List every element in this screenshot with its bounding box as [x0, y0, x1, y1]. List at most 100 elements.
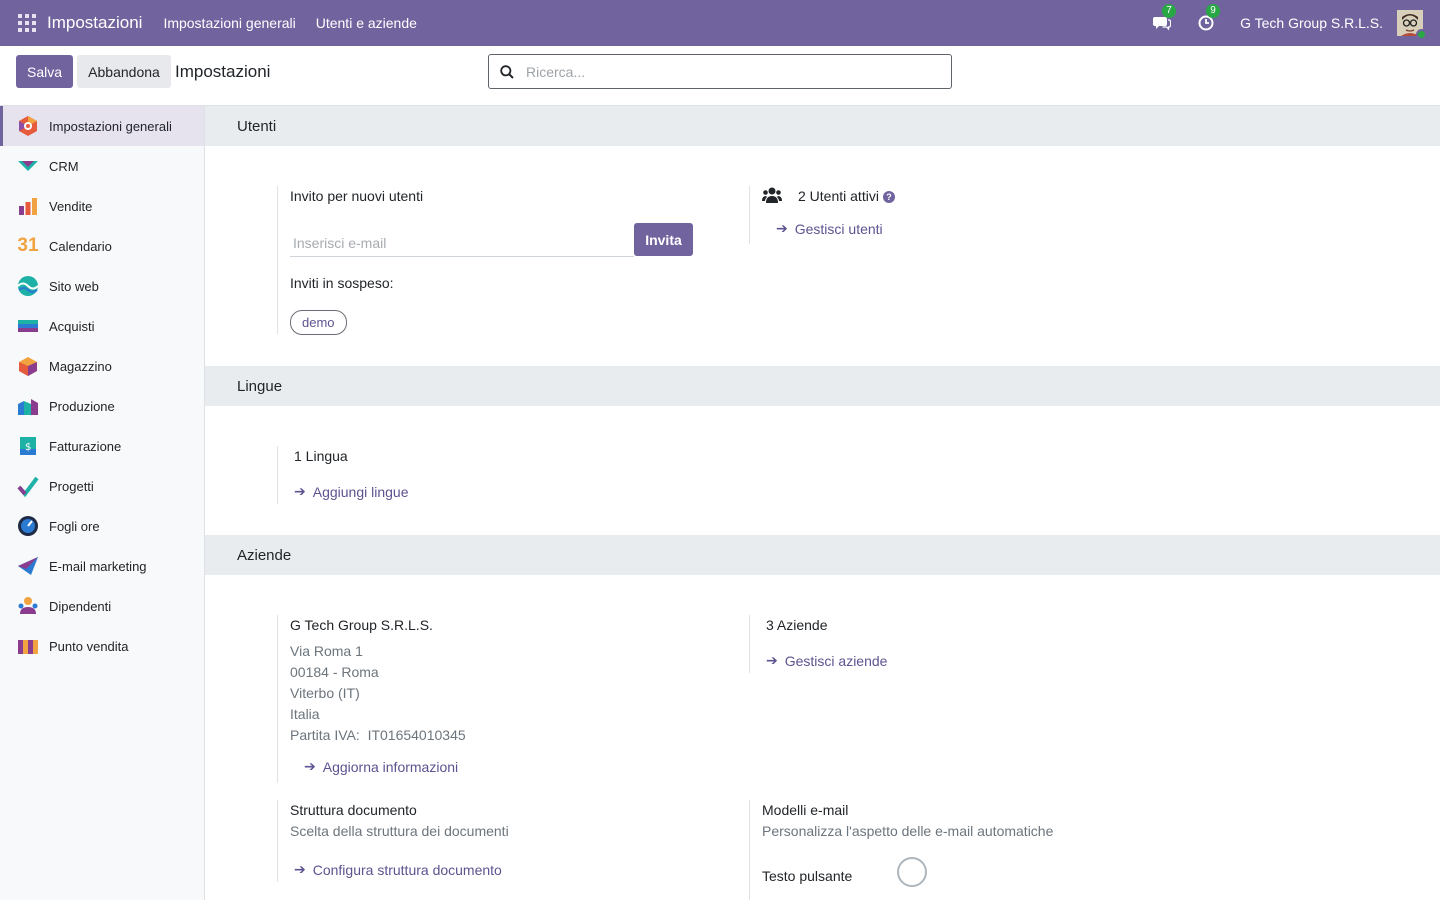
- sidebar-item-project[interactable]: Progetti: [0, 466, 204, 506]
- pending-invites-label: Inviti in sospeso:: [290, 275, 394, 291]
- main-navbar: Impostazioni Impostazioni generali Utent…: [0, 0, 1440, 46]
- menu-users-companies[interactable]: Utenti e aziende: [316, 15, 417, 31]
- sidebar-item-purchase[interactable]: Acquisti: [0, 306, 204, 346]
- manage-users-label: Gestisci utenti: [794, 220, 883, 237]
- add-languages-link[interactable]: ➔ Aggiungi lingue: [294, 483, 408, 500]
- sales-icon: [17, 195, 39, 217]
- invoicing-icon: $: [17, 435, 39, 457]
- company-city: 00184 - Roma: [290, 664, 379, 680]
- company-switcher[interactable]: G Tech Group S.R.L.S.: [1240, 15, 1383, 31]
- messages-systray[interactable]: 7: [1152, 4, 1177, 33]
- section-header-languages: Lingue: [205, 366, 1440, 406]
- sidebar-item-label: CRM: [49, 158, 79, 174]
- sidebar-item-label: Produzione: [49, 398, 115, 414]
- manufacturing-icon: [17, 395, 39, 417]
- sidebar-item-label: Fogli ore: [49, 518, 100, 534]
- companies-count: 3 Aziende: [766, 617, 828, 633]
- vat-label: Partita IVA:: [290, 727, 360, 743]
- search-box[interactable]: [488, 54, 952, 89]
- sidebar-item-general-settings[interactable]: Impostazioni generali: [0, 106, 204, 146]
- activities-systray[interactable]: 9: [1196, 4, 1221, 33]
- company-country: Italia: [290, 706, 320, 722]
- sidebar-item-label: Magazzino: [49, 358, 112, 374]
- company-province: Viterbo (IT): [290, 685, 360, 701]
- section-header-users: Utenti: [205, 106, 1440, 146]
- employees-icon: [17, 595, 39, 617]
- settings-sidebar: Impostazioni generali CRM Vendite 31 Cal…: [0, 106, 205, 900]
- button-color-picker[interactable]: [897, 857, 927, 887]
- timesheet-icon: [17, 515, 39, 537]
- add-languages-label: Aggiungi lingue: [312, 483, 409, 500]
- sidebar-item-label: Dipendenti: [49, 598, 112, 614]
- sidebar-item-email-marketing[interactable]: E-mail marketing: [0, 546, 204, 586]
- online-status-dot: [1416, 29, 1427, 40]
- invite-label: Invito per nuovi utenti: [290, 188, 424, 204]
- arrow-right-icon: ➔: [766, 652, 778, 668]
- app-brand[interactable]: Impostazioni: [47, 13, 142, 33]
- control-panel: Salva Abbandona Impostazioni: [0, 46, 1440, 106]
- invite-email-input[interactable]: [290, 230, 634, 257]
- sidebar-item-label: Sito web: [49, 278, 99, 294]
- menu-general-settings[interactable]: Impostazioni generali: [163, 15, 295, 31]
- sidebar-item-invoicing[interactable]: $ Fatturazione: [0, 426, 204, 466]
- companies-count-box: 3 Aziende ➔ Gestisci aziende: [749, 615, 1209, 673]
- inventory-icon: [17, 355, 39, 377]
- sidebar-item-manufacturing[interactable]: Produzione: [0, 386, 204, 426]
- arrow-right-icon: ➔: [294, 861, 306, 877]
- discard-button[interactable]: Abbandona: [77, 55, 171, 88]
- messages-badge: 7: [1162, 4, 1177, 18]
- sidebar-item-label: E-mail marketing: [49, 558, 147, 574]
- company-vat: Partita IVA: IT01654010345: [290, 727, 466, 743]
- sidebar-item-pos[interactable]: Punto vendita: [0, 626, 204, 666]
- sidebar-item-label: Acquisti: [49, 318, 95, 334]
- sidebar-item-label: Progetti: [49, 478, 94, 494]
- sidebar-item-crm[interactable]: CRM: [0, 146, 204, 186]
- manage-companies-link[interactable]: ➔ Gestisci aziende: [766, 652, 887, 669]
- button-text-label: Testo pulsante: [762, 868, 853, 884]
- email-templates-box: Modelli e-mail Personalizza l'aspetto de…: [749, 800, 1209, 900]
- pos-icon: [17, 635, 39, 657]
- user-avatar[interactable]: [1397, 10, 1427, 40]
- configure-doc-layout-label: Configura struttura documento: [312, 861, 502, 878]
- sidebar-item-label: Impostazioni generali: [49, 118, 172, 134]
- vat-value: IT01654010345: [367, 727, 466, 743]
- email-marketing-icon: [17, 555, 39, 577]
- doc-layout-desc: Scelta della struttura dei documenti: [290, 823, 509, 839]
- manage-users-link[interactable]: ➔ Gestisci utenti: [776, 220, 883, 237]
- sidebar-item-sales[interactable]: Vendite: [0, 186, 204, 226]
- search-input[interactable]: [526, 63, 926, 80]
- purchase-icon: [17, 315, 39, 337]
- email-templates-desc: Personalizza l'aspetto delle e-mail auto…: [762, 823, 1054, 839]
- arrow-right-icon: ➔: [294, 483, 306, 499]
- invite-button[interactable]: Invita: [634, 223, 693, 256]
- document-layout-box: Struttura documento Scelta della struttu…: [277, 800, 737, 882]
- manage-companies-label: Gestisci aziende: [784, 652, 888, 669]
- sidebar-item-employees[interactable]: Dipendenti: [0, 586, 204, 626]
- calendar-icon: 31: [17, 235, 39, 256]
- company-name: G Tech Group S.R.L.S.: [290, 617, 433, 633]
- users-icon: [762, 187, 782, 203]
- invite-users-box: Invito per nuovi utenti Invita Inviti in…: [277, 186, 737, 335]
- sidebar-item-calendar[interactable]: 31 Calendario: [0, 226, 204, 266]
- svg-text:$: $: [25, 442, 31, 453]
- sidebar-item-label: Fatturazione: [49, 438, 122, 454]
- settings-icon: [17, 115, 39, 137]
- doc-layout-title: Struttura documento: [290, 802, 417, 818]
- company-street: Via Roma 1: [290, 643, 363, 659]
- update-info-link[interactable]: ➔ Aggiorna informazioni: [304, 758, 458, 775]
- crm-icon: [17, 155, 39, 177]
- pending-invite-tag[interactable]: demo: [290, 310, 347, 335]
- configure-doc-layout-link[interactable]: ➔ Configura struttura documento: [294, 861, 502, 878]
- sidebar-item-website[interactable]: Sito web: [0, 266, 204, 306]
- sidebar-item-label: Vendite: [49, 198, 93, 214]
- save-button[interactable]: Salva: [16, 55, 73, 88]
- sidebar-item-label: Calendario: [49, 238, 112, 254]
- settings-content: Utenti Invito per nuovi utenti Invita In…: [205, 106, 1440, 900]
- active-users-text: 2 Utenti attivi: [798, 188, 879, 204]
- activities-badge: 9: [1206, 4, 1221, 18]
- sidebar-item-inventory[interactable]: Magazzino: [0, 346, 204, 386]
- apps-grid-icon[interactable]: [18, 14, 36, 32]
- help-icon[interactable]: ?: [882, 191, 895, 204]
- sidebar-item-label: Punto vendita: [49, 638, 129, 654]
- sidebar-item-timesheet[interactable]: Fogli ore: [0, 506, 204, 546]
